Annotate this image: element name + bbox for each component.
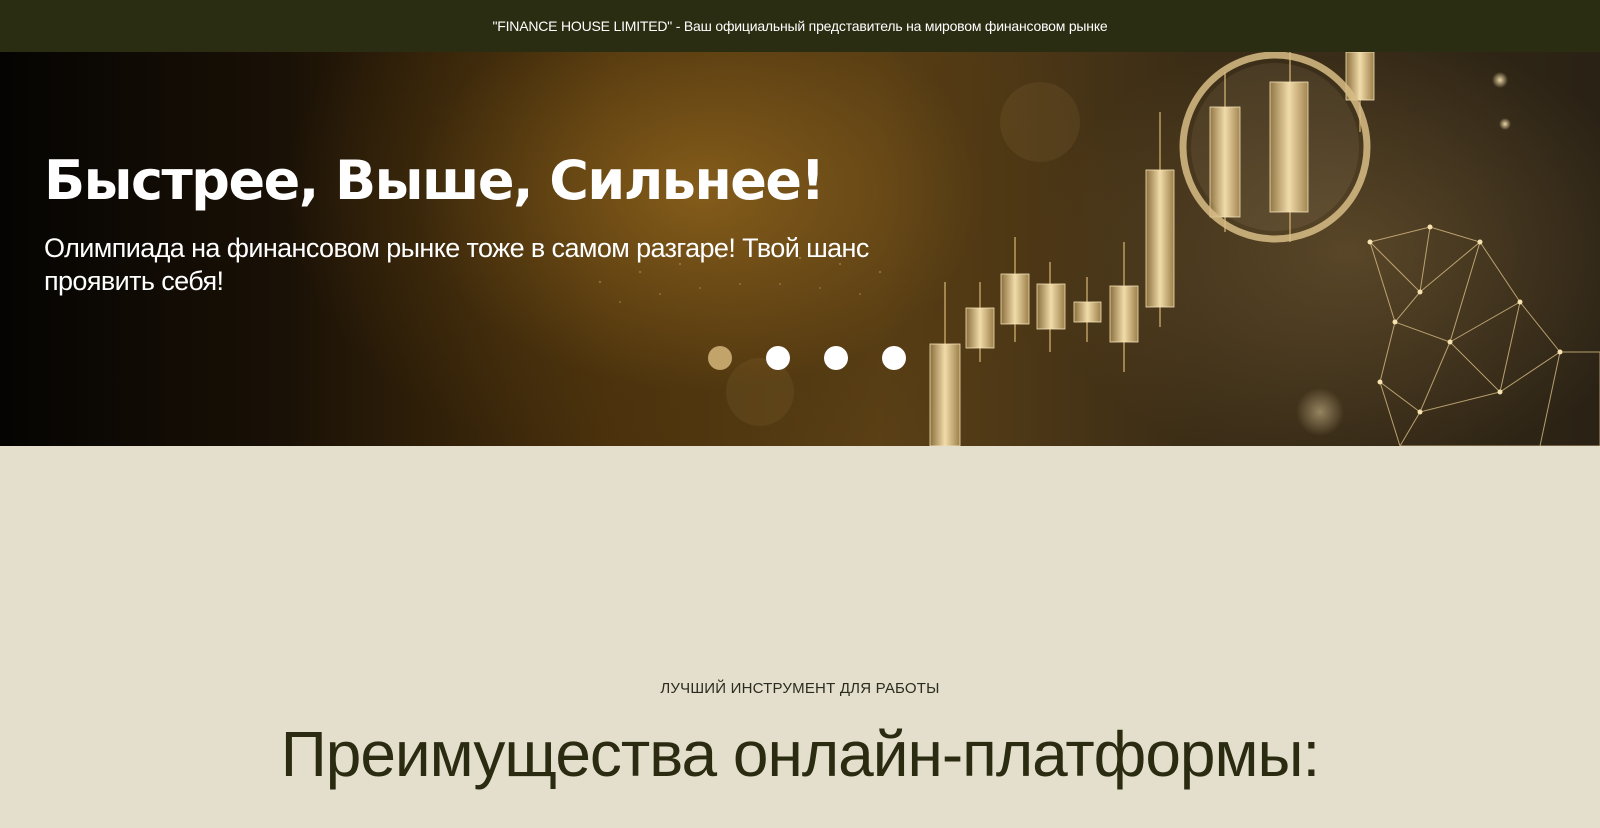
slider-dot-4[interactable] bbox=[882, 346, 906, 370]
slider-dot-1[interactable] bbox=[708, 346, 732, 370]
section-title: Преимущества онлайн-платформы: bbox=[280, 718, 1321, 790]
announcement-bar: "FINANCE HOUSE LIMITED" - Ваш официальны… bbox=[0, 0, 1600, 52]
section-eyebrow: ЛУЧШИЙ ИНСТРУМЕНТ ДЛЯ РАБОТЫ bbox=[660, 680, 940, 697]
slider-dot-3[interactable] bbox=[824, 346, 848, 370]
hero-subtitle: Олимпиада на финансовом рынке тоже в сам… bbox=[44, 233, 869, 296]
hero-title: Быстрее, Выше, Сильнее! bbox=[44, 149, 825, 212]
hero-slider[interactable]: Быстрее, Выше, Сильнее! Олимпиада на фин… bbox=[0, 52, 1600, 446]
announcement-text: "FINANCE HOUSE LIMITED" - Ваш официальны… bbox=[492, 18, 1108, 34]
slider-dots bbox=[708, 346, 906, 370]
slider-dot-2[interactable] bbox=[766, 346, 790, 370]
